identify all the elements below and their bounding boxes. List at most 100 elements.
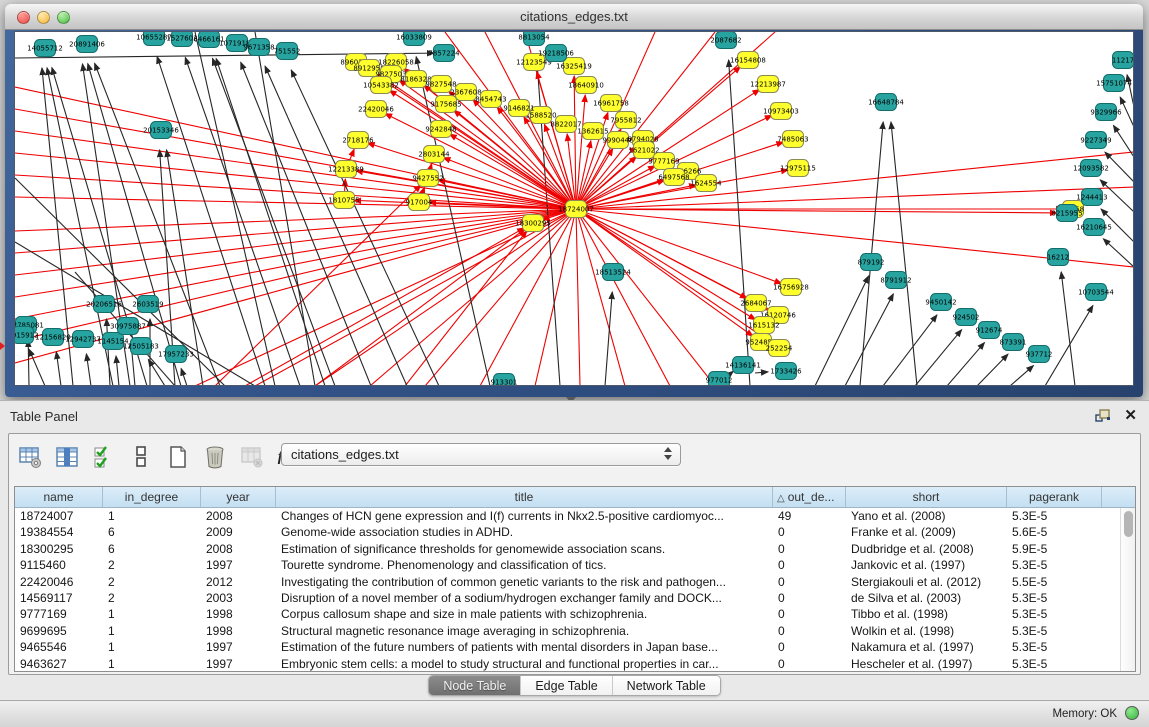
node-label: 20206516 <box>86 301 122 309</box>
column-header-out_de[interactable]: △out_de... <box>773 487 846 507</box>
table-cell: Investigating the contribution of common… <box>276 574 773 590</box>
close-panel-icon[interactable]: ✕ <box>1124 406 1137 424</box>
network-edge <box>574 76 576 209</box>
node-label: 14136141 <box>725 362 761 370</box>
network-edge <box>576 209 580 385</box>
tab-edge-table[interactable]: Edge Table <box>521 676 612 695</box>
table-cell: 18724007 <box>15 508 103 524</box>
table-panel-title: Table Panel <box>10 409 78 424</box>
network-edge <box>405 231 527 385</box>
create-column-icon[interactable] <box>165 444 191 470</box>
column-header-name[interactable]: name <box>15 487 103 507</box>
node-label: 9329966 <box>1090 109 1122 117</box>
table-cell: 0 <box>773 541 846 557</box>
table-row[interactable]: 977716911998Corpus callosum shape and si… <box>15 606 1135 622</box>
table-cell: Corpus callosum shape and size in male p… <box>276 606 773 622</box>
table-row[interactable]: 911546021997Tourette syndrome. Phenomeno… <box>15 557 1135 573</box>
table-row[interactable]: 1830029562008Estimation of significance … <box>15 541 1135 557</box>
node-label: 12505183 <box>123 343 159 351</box>
table-cell: de Silva et al. (2003) <box>846 590 1007 606</box>
node-label: 879192 <box>858 259 885 267</box>
table-cell: 2 <box>103 557 201 573</box>
table-row[interactable]: 946554611997Estimation of the future num… <box>15 639 1135 655</box>
node-label: 18300295 <box>515 220 551 228</box>
network-edge <box>15 53 434 58</box>
table-row[interactable]: 946362711997Embryonic stem cells: a mode… <box>15 656 1135 672</box>
vertical-scrollbar[interactable] <box>1120 508 1135 671</box>
node-label: 977012 <box>706 377 733 385</box>
table-cell: 1997 <box>201 557 276 573</box>
network-edge <box>576 209 769 310</box>
tab-node-table[interactable]: Node Table <box>429 676 521 695</box>
node-label: 10973403 <box>763 108 799 116</box>
node-label: 12975115 <box>780 165 816 173</box>
network-edge <box>15 242 255 385</box>
tab-network-table[interactable]: Network Table <box>613 676 720 695</box>
table-cell: 0 <box>773 590 846 606</box>
node-label: 16210645 <box>1076 224 1112 232</box>
minimize-window-button[interactable] <box>37 11 50 24</box>
table-row[interactable]: 969969511998Structural magnetic resonanc… <box>15 623 1135 639</box>
scrollbar-thumb[interactable] <box>1124 511 1133 537</box>
table-cell: Estimation of the future numbers of pati… <box>276 639 773 655</box>
table-cell: 1997 <box>201 639 276 655</box>
node-label: 16961758 <box>593 100 629 108</box>
node-label: 9827548 <box>425 81 456 89</box>
table-cell: 2008 <box>201 541 276 557</box>
node-label: 924502 <box>953 314 980 322</box>
show-columns-icon[interactable] <box>54 444 80 470</box>
node-label: 16212 <box>1047 254 1069 262</box>
table-cell: 18300295 <box>15 541 103 557</box>
float-panel-icon[interactable] <box>1095 409 1111 423</box>
node-label: 7485063 <box>777 136 808 144</box>
table-cell: 1 <box>103 606 201 622</box>
node-label: 913301 <box>491 379 518 386</box>
table-cell: 2003 <box>201 590 276 606</box>
column-header-in_degree[interactable]: in_degree <box>103 487 201 507</box>
table-row[interactable]: 1872400712008Changes of HCN gene express… <box>15 508 1135 524</box>
network-edge <box>15 153 576 209</box>
close-window-button[interactable] <box>17 11 30 24</box>
table-toolbar: f(x) <box>17 439 302 475</box>
dropdown-arrows-icon <box>664 447 673 463</box>
column-header-title[interactable]: title <box>276 487 773 507</box>
table-cell: 0 <box>773 524 846 540</box>
table-cell: 19384554 <box>15 524 103 540</box>
node-label: 937712 <box>1026 351 1053 359</box>
status-bar: Memory: OK <box>0 700 1149 727</box>
table-row[interactable]: 2242004622012Investigating the contribut… <box>15 574 1135 590</box>
table-row[interactable]: 1456911722003Disruption of a novel membe… <box>15 590 1135 606</box>
node-label: 2803144 <box>418 151 450 159</box>
node-label: 9227349 <box>1080 137 1111 145</box>
table-cell: Yano et al. (2008) <box>846 508 1007 524</box>
node-label: 14055712 <box>27 45 63 53</box>
node-label: 8215955 <box>1051 210 1082 218</box>
node-label: 873391 <box>1000 339 1027 347</box>
network-canvas[interactable]: 1872400716325419186409101696175879558121… <box>15 32 1133 385</box>
table-cell: 1 <box>103 508 201 524</box>
table-cell: 9465546 <box>15 639 103 655</box>
window-titlebar[interactable]: citations_edges.txt <box>5 4 1143 30</box>
row-height-icon[interactable] <box>128 444 154 470</box>
delete-column-icon[interactable] <box>202 444 228 470</box>
column-header-year[interactable]: year <box>201 487 276 507</box>
table-selector-dropdown[interactable]: citations_edges.txt <box>281 443 681 466</box>
column-header-pagerank[interactable]: pagerank <box>1007 487 1102 507</box>
delete-table-icon[interactable] <box>239 444 265 470</box>
node-label: 1244413 <box>1076 194 1107 202</box>
node-label: 912674 <box>976 327 1003 335</box>
select-columns-icon[interactable] <box>91 444 117 470</box>
table-cell: Hescheler et al. (1997) <box>846 656 1007 672</box>
node-label: 12213987 <box>750 81 786 89</box>
table-row[interactable]: 1938455462009Genome-wide association stu… <box>15 524 1135 540</box>
node-label: 15751074 <box>1096 80 1132 88</box>
node-label: 9671358 <box>243 44 274 52</box>
zoom-window-button[interactable] <box>57 11 70 24</box>
node-label: 1624554 <box>690 180 722 188</box>
node-label: 10703544 <box>1078 289 1114 297</box>
table-cell: 1997 <box>201 656 276 672</box>
table-cell: 9463627 <box>15 656 103 672</box>
table-cell: 1998 <box>201 623 276 639</box>
table-options-icon[interactable] <box>17 444 43 470</box>
column-header-short[interactable]: short <box>846 487 1007 507</box>
